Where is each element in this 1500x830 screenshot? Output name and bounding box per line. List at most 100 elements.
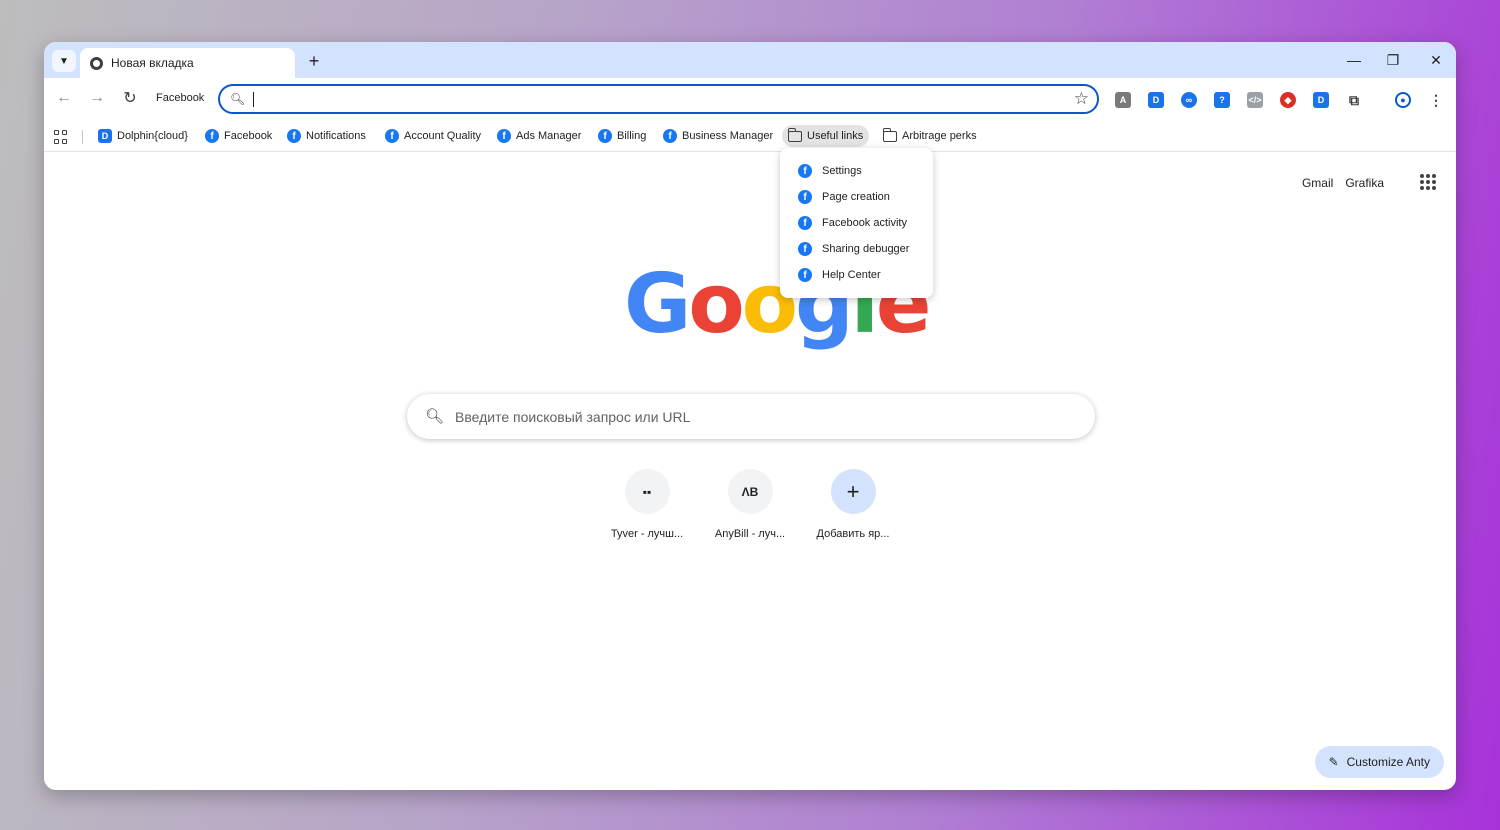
tab-new-tab[interactable]: Новая вкладка bbox=[80, 48, 295, 78]
bookmark-billing[interactable]: f Billing bbox=[592, 125, 652, 147]
facebook-icon: f bbox=[598, 129, 612, 143]
extension-code-icon[interactable]: </> bbox=[1247, 92, 1263, 108]
facebook-icon: f bbox=[385, 129, 399, 143]
text-caret bbox=[253, 92, 254, 107]
extensions-puzzle-icon[interactable]: ⧉ bbox=[1346, 92, 1362, 108]
shortcut-label: Добавить яр... bbox=[816, 528, 890, 540]
extension-translate-icon[interactable]: ? bbox=[1214, 92, 1230, 108]
top-links: Gmail Grafika bbox=[1302, 176, 1384, 190]
extension-dolphin-icon[interactable]: D bbox=[1148, 92, 1164, 108]
search-icon: 🔍︎ bbox=[425, 408, 445, 425]
dropdown-item-label: Settings bbox=[822, 165, 862, 177]
folder-icon bbox=[787, 127, 802, 142]
bookmark-label: Notifications bbox=[306, 130, 366, 142]
dropdown-item-facebook-activity[interactable]: f Facebook activity bbox=[780, 210, 933, 236]
close-button[interactable]: ✕ bbox=[1424, 50, 1448, 70]
restore-button[interactable]: ❐ bbox=[1381, 50, 1405, 70]
facebook-icon: f bbox=[497, 129, 511, 143]
tab-strip: ▼ Новая вкладка + — ❐ ✕ bbox=[44, 42, 1456, 78]
pencil-icon: ✎ bbox=[1328, 755, 1339, 769]
browser-window: ▼ Новая вкладка + — ❐ ✕ ← → ↻ Facebook 🔍… bbox=[44, 42, 1456, 790]
bookmark-label: Ads Manager bbox=[516, 130, 582, 142]
search-icon: 🔍︎ bbox=[230, 92, 246, 106]
bookmark-label: Arbitrage perks bbox=[902, 130, 977, 142]
bookmark-facebook[interactable]: f Facebook bbox=[199, 125, 278, 147]
dropdown-item-label: Help Center bbox=[822, 269, 881, 281]
facebook-icon: f bbox=[798, 268, 812, 282]
extension-red-icon[interactable]: ◆ bbox=[1280, 92, 1296, 108]
bookmark-separator bbox=[82, 130, 83, 144]
dropdown-item-label: Facebook activity bbox=[822, 217, 907, 229]
forward-arrow-icon: → bbox=[89, 89, 105, 106]
dropdown-item-page-creation[interactable]: f Page creation bbox=[780, 184, 933, 210]
bookmark-label: Facebook bbox=[224, 130, 273, 142]
profile-icon[interactable]: ● bbox=[1395, 92, 1411, 108]
extension-dolphin2-icon[interactable]: D bbox=[1313, 92, 1329, 108]
chevron-down-icon: ▼ bbox=[59, 55, 69, 67]
google-apps-icon[interactable] bbox=[1420, 174, 1436, 190]
tab-search-button[interactable]: ▼ bbox=[52, 50, 76, 72]
shortcut-favicon: ▪▪ bbox=[624, 469, 670, 514]
bookmark-star-icon[interactable]: ☆ bbox=[1074, 89, 1089, 109]
extension-a-icon[interactable]: A bbox=[1115, 92, 1131, 108]
toolbar: ← → ↻ Facebook 🔍︎ ☆ A D ∞ ? </> ◆ D ⧉ ● … bbox=[44, 78, 1456, 118]
search-placeholder: Введите поисковый запрос или URL bbox=[455, 409, 691, 425]
shortcut-tile[interactable]: ΛB AnyBill - луч... bbox=[704, 469, 796, 540]
folder-icon bbox=[882, 127, 897, 142]
customize-label: Customize Anty bbox=[1346, 755, 1430, 769]
gmail-link[interactable]: Gmail bbox=[1302, 176, 1333, 190]
bookmark-label: Dolphin{cloud} bbox=[117, 130, 188, 142]
bookmark-label: Useful links bbox=[807, 130, 864, 142]
plus-icon: + bbox=[830, 469, 876, 514]
new-tab-button[interactable]: + bbox=[302, 50, 326, 72]
minimize-button[interactable]: — bbox=[1342, 50, 1366, 70]
tab-title: Новая вкладка bbox=[111, 56, 194, 70]
dropdown-item-settings[interactable]: f Settings bbox=[780, 158, 933, 184]
shortcut-label: AnyBill - луч... bbox=[714, 528, 786, 540]
reload-button[interactable]: ↻ bbox=[120, 88, 140, 108]
dropdown-item-label: Page creation bbox=[822, 191, 890, 203]
shortcut-tile[interactable]: ▪▪ Tyver - лучш... bbox=[601, 469, 693, 540]
bookmark-label: Business Manager bbox=[682, 130, 774, 142]
facebook-icon: f bbox=[663, 129, 677, 143]
search-box[interactable]: 🔍︎ Введите поисковый запрос или URL bbox=[407, 394, 1095, 439]
menu-kebab-icon[interactable]: ⋮ bbox=[1428, 92, 1444, 108]
facebook-icon: f bbox=[798, 216, 812, 230]
facebook-icon: f bbox=[798, 242, 812, 256]
dropdown-item-label: Sharing debugger bbox=[822, 243, 910, 255]
address-bar[interactable]: 🔍︎ ☆ bbox=[218, 84, 1099, 114]
customize-button[interactable]: ✎ Customize Anty bbox=[1314, 746, 1444, 778]
apps-shortcut-icon[interactable] bbox=[54, 130, 68, 144]
shortcut-favicon: ΛB bbox=[727, 469, 773, 514]
bookmark-label: Account Quality bbox=[404, 130, 482, 142]
images-link[interactable]: Grafika bbox=[1345, 176, 1384, 190]
back-arrow-icon: ← bbox=[56, 89, 72, 106]
home-button-label[interactable]: Facebook bbox=[156, 92, 204, 104]
useful-links-dropdown: f Settings f Page creation f Facebook ac… bbox=[780, 148, 933, 298]
close-icon: ✕ bbox=[1430, 51, 1442, 68]
bookmark-business-manager[interactable]: f Business Manager bbox=[657, 125, 779, 147]
facebook-icon: f bbox=[205, 129, 219, 143]
reload-icon: ↻ bbox=[123, 90, 137, 107]
dropdown-item-sharing-debugger[interactable]: f Sharing debugger bbox=[780, 236, 933, 262]
plus-icon: + bbox=[308, 50, 320, 71]
bookmark-folder-useful-links[interactable]: Useful links bbox=[782, 125, 870, 147]
forward-button[interactable]: → bbox=[87, 88, 107, 108]
back-button[interactable]: ← bbox=[54, 88, 74, 108]
chrome-icon bbox=[90, 56, 103, 70]
facebook-icon: f bbox=[798, 190, 812, 204]
bookmark-account-quality[interactable]: f Account Quality bbox=[379, 125, 487, 147]
dropdown-item-help-center[interactable]: f Help Center bbox=[780, 262, 933, 288]
shortcut-label: Tyver - лучш... bbox=[610, 528, 684, 540]
bookmark-dolphin-cloud[interactable]: D Dolphin{cloud} bbox=[92, 125, 194, 147]
minimize-icon: — bbox=[1347, 52, 1361, 68]
facebook-icon: f bbox=[798, 164, 812, 178]
bookmark-label: Billing bbox=[617, 130, 647, 142]
extension-infinity-icon[interactable]: ∞ bbox=[1181, 92, 1197, 108]
bookmark-ads-manager[interactable]: f Ads Manager bbox=[491, 125, 587, 147]
add-shortcut-tile[interactable]: + Добавить яр... bbox=[807, 469, 899, 540]
dolphin-icon: D bbox=[98, 129, 112, 143]
facebook-icon: f bbox=[287, 129, 301, 143]
bookmark-notifications[interactable]: f Notifications bbox=[281, 125, 372, 147]
bookmark-folder-arbitrage-perks[interactable]: Arbitrage perks bbox=[877, 125, 983, 147]
